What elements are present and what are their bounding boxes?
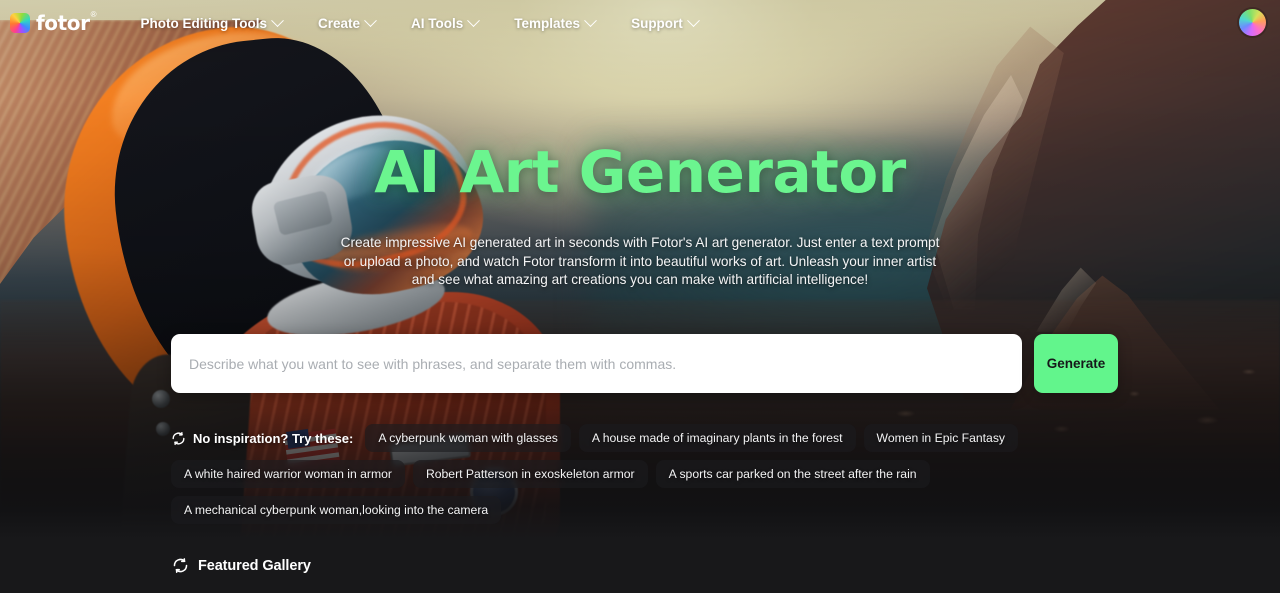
nav-item-support[interactable]: Support [613, 0, 716, 46]
trademark-symbol: ® [90, 10, 97, 19]
chevron-down-icon [686, 13, 700, 27]
generate-button[interactable]: Generate [1034, 334, 1118, 393]
user-avatar-icon[interactable] [1239, 9, 1266, 36]
nav-item-photo-editing-tools[interactable]: Photo Editing Tools [123, 0, 300, 46]
astronaut-suit-knob [152, 390, 170, 408]
nav-item-label: Photo Editing Tools [140, 15, 267, 31]
chevron-down-icon [584, 13, 597, 27]
nav-item-label: AI Tools [411, 15, 464, 31]
chevron-down-icon [271, 13, 284, 27]
main-navigation: Photo Editing Tools Create AI Tools Temp… [123, 0, 716, 46]
suggestion-chip[interactable]: Robert Patterson in exoskeleton armor [412, 460, 648, 488]
suggestion-chip[interactable]: A white haired warrior woman in armor [171, 460, 405, 488]
site-header: fotor ® Photo Editing Tools Create AI To… [0, 0, 1280, 46]
suggestions-label-group: No inspiration? Try these: [171, 431, 353, 446]
prompt-input[interactable] [171, 334, 1022, 393]
suggestion-chip[interactable]: Women in Epic Fantasy [863, 424, 1019, 452]
suggestions-section: No inspiration? Try these: A cyberpunk w… [171, 424, 1131, 532]
fotor-logo-text: fotor [36, 11, 90, 35]
suggestion-chip[interactable]: A sports car parked on the street after … [655, 460, 930, 488]
fotor-logo[interactable]: fotor ® [10, 0, 97, 46]
suggestions-row: A mechanical cyberpunk woman,looking int… [171, 496, 1131, 524]
nav-item-create[interactable]: Create [300, 0, 393, 46]
suggestions-row: A white haired warrior woman in armor Ro… [171, 460, 1131, 488]
suggestion-chip[interactable]: A mechanical cyberpunk woman,looking int… [171, 496, 502, 524]
chevron-down-icon [467, 13, 481, 27]
hero-description: Create impressive AI generated art in se… [340, 235, 940, 287]
nav-item-label: Support [631, 15, 683, 31]
suggestion-chip[interactable]: A cyberpunk woman with glasses [365, 424, 571, 452]
fotor-logo-icon [10, 13, 30, 33]
suggestion-chip[interactable]: A house made of imaginary plants in the … [578, 424, 856, 452]
nav-item-ai-tools[interactable]: AI Tools [393, 0, 496, 46]
refresh-icon[interactable] [172, 557, 189, 574]
nav-item-label: Templates [514, 15, 581, 31]
chevron-down-icon [364, 13, 377, 27]
suggestions-row: No inspiration? Try these: A cyberpunk w… [171, 424, 1131, 452]
page-root: fotor ® Photo Editing Tools Create AI To… [0, 0, 1280, 593]
nav-item-label: Create [318, 15, 361, 31]
featured-gallery-header: Featured Gallery [172, 557, 311, 574]
nav-item-templates[interactable]: Templates [496, 0, 613, 46]
suggestions-label: No inspiration? Try these: [193, 430, 354, 446]
refresh-icon[interactable] [171, 431, 186, 446]
featured-gallery-title: Featured Gallery [198, 557, 311, 574]
astronaut-suit-knob [156, 422, 170, 436]
prompt-bar: Generate [171, 334, 1118, 393]
page-title: AI Art Generator [374, 138, 906, 206]
